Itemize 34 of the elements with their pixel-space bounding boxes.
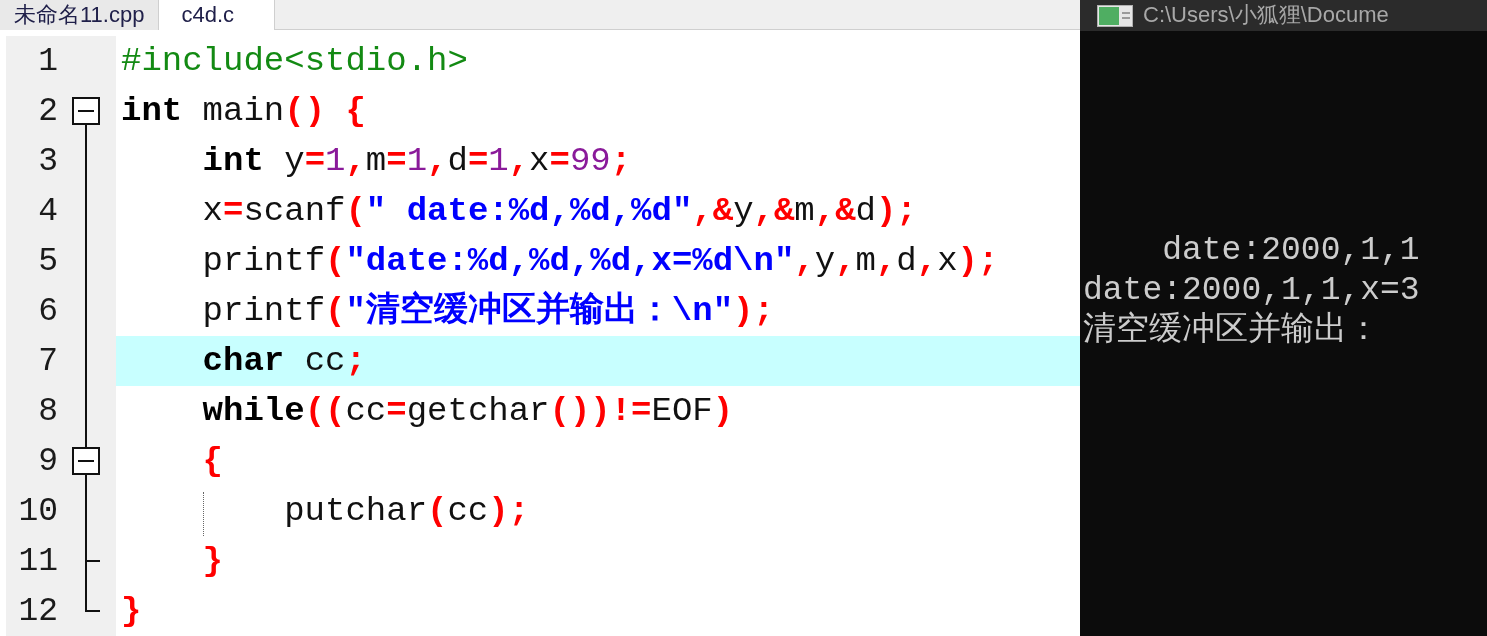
line-number: 1 <box>38 44 58 78</box>
line-number: 6 <box>38 294 58 328</box>
minus-box-icon[interactable] <box>72 447 100 475</box>
line-number: 4 <box>38 194 58 228</box>
code-line: while((cc=getchar())!=EOF) <box>202 390 734 432</box>
line-number: 9 <box>38 444 58 478</box>
window-title: C:\Users\小狐狸\Docume <box>1143 3 1389 28</box>
line-number: 2 <box>38 94 58 128</box>
editor-tab[interactable]: 未命名11.cpp <box>0 0 160 30</box>
line-number: 8 <box>38 394 58 428</box>
console-output-line: date:2000,1,1 <box>1161 231 1420 271</box>
code-line: putchar(cc); <box>284 490 530 532</box>
console-window-icon <box>1097 4 1133 27</box>
line-number: 3 <box>38 144 58 178</box>
code-line: } <box>121 590 142 632</box>
line-number: 12 <box>18 594 58 628</box>
line-number: 11 <box>18 544 58 578</box>
line-number: 7 <box>38 344 58 378</box>
console-output-line: 清空缓冲区并输出： <box>1083 311 1380 351</box>
code-line: x=scanf(" date:%d,%d,%d",&y,&m,&d); <box>202 190 917 232</box>
minus-box-icon[interactable] <box>72 97 100 125</box>
code-line: #include<stdio.h> <box>121 40 468 82</box>
code-line: printf("date:%d,%d,%d,x=%d\n",y,m,d,x); <box>202 240 999 282</box>
code-line: char cc; <box>202 340 366 382</box>
code-line: } <box>202 540 223 582</box>
editor-tab[interactable]: c4d.c <box>159 0 275 30</box>
code-line: { <box>202 440 223 482</box>
line-number: 5 <box>38 244 58 278</box>
code-line: int main() { <box>121 90 366 132</box>
indent-guide <box>202 492 204 536</box>
code-line: printf("清空缓冲区并输出：\n"); <box>202 290 774 332</box>
line-number: 10 <box>18 494 58 528</box>
console-output-line: date:2000,1,1,x=3 <box>1083 271 1420 311</box>
code-line: int y=1,m=1,d=1,x=99; <box>202 140 632 182</box>
